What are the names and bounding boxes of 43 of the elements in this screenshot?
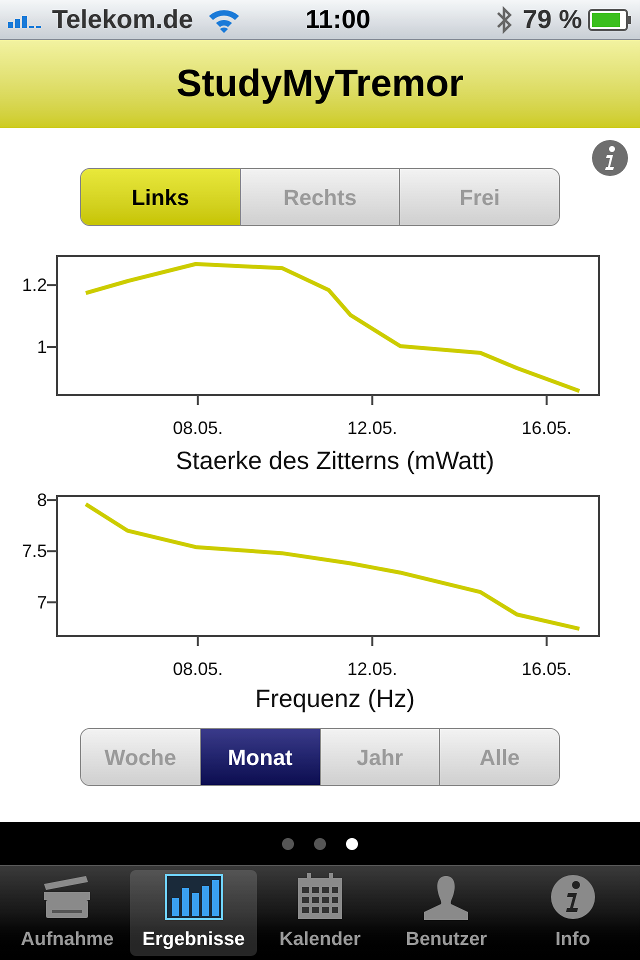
x-tick-label: 08.05. [172,418,223,438]
segment-button[interactable]: Links [81,169,240,225]
tick-mark [47,499,57,502]
y-tick-label: 1.2 [22,275,47,296]
y-tick-label: 7.5 [22,541,47,562]
tab-bar-item[interactable]: Kalender [256,870,384,956]
tab-bar-item[interactable]: Aufnahme [4,870,130,956]
tick-mark [546,395,548,405]
segment-button[interactable]: Monat [200,729,320,785]
person-icon [422,874,470,920]
carrier-name: Telekom.de [52,3,194,36]
y-tick-label: 8 [36,490,47,510]
tab-bar-item[interactable]: Benutzer [383,870,510,956]
tick-mark [196,395,199,405]
axis-title: Staerke des Zitterns (mWatt) [176,447,494,475]
tick-mark [371,395,374,405]
x-tick-label: 16.05. [522,659,572,679]
axis-title: Frequenz (Hz) [255,685,415,713]
battery-icon [588,8,632,30]
battery-percent: 79 % [522,3,582,36]
tick-mark [47,284,57,286]
app-title: StudyMyTremor [176,62,464,106]
clock-time: 11:00 [305,3,370,36]
tick-mark [47,550,57,552]
info-icon[interactable] [592,140,628,176]
x-tick-label: 12.05. [347,418,398,438]
calendar-icon [297,872,344,920]
tick-mark [47,346,57,348]
x-tick-label: 16.05. [522,418,572,438]
tick-mark [546,636,548,646]
tick-mark [371,636,374,646]
bar-chart-icon [164,874,223,920]
bluetooth-icon [494,4,513,34]
tab-bar-item[interactable]: Ergebnisse [130,870,257,956]
x-tick-label: 12.05. [347,659,398,679]
tab-bar-item[interactable]: Info [510,870,636,956]
y-tick-label: 1 [36,337,47,358]
tick-mark [47,601,57,604]
tick-mark [196,636,199,646]
info-icon [550,874,596,920]
clapperboard-icon [42,874,92,920]
y-tick-label: 7 [36,592,47,612]
x-tick-label: 08.05. [172,659,223,679]
